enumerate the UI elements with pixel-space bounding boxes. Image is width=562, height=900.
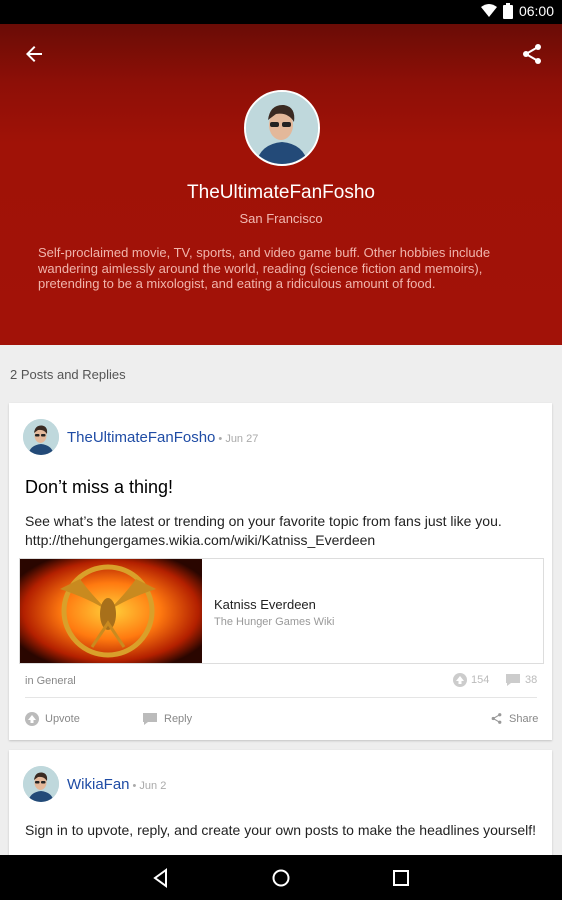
post-date: • Jun 27 (218, 433, 259, 445)
link-preview-source: The Hunger Games Wiki (214, 616, 335, 628)
share-button[interactable]: Share (490, 712, 538, 725)
arrow-back-icon[interactable] (22, 42, 46, 66)
reply-label: Reply (164, 713, 193, 725)
post-body: Sign in to upvote, reply, and create you… (25, 822, 537, 838)
system-nav-bar (0, 855, 562, 900)
post-date: • Jun 2 (132, 780, 167, 792)
link-preview-title: Katniss Everdeen (214, 597, 316, 612)
upvote-count-value: 154 (471, 674, 490, 686)
comment-icon (143, 713, 157, 725)
profile-avatar (244, 90, 320, 166)
avatar[interactable] (23, 419, 59, 455)
recents-square-icon[interactable] (389, 866, 413, 890)
post-title: Don’t miss a thing! (25, 477, 174, 497)
clock-time: 06:00 (518, 3, 554, 19)
link-preview[interactable]: Katniss Everdeen The Hunger Games Wiki (19, 558, 544, 664)
avatar[interactable] (23, 766, 59, 802)
profile-username: TheUltimateFanFosho (187, 182, 375, 203)
post-author-name[interactable]: WikiaFan (67, 776, 130, 793)
battery-icon (502, 3, 513, 19)
post-author[interactable]: TheUltimateFanFosho • Jun 27 (67, 429, 258, 446)
share-icon[interactable] (520, 42, 544, 66)
divider (25, 697, 537, 698)
profile-bio: Self-proclaimed movie, TV, sports, and v… (38, 245, 491, 292)
reply-count-value: 38 (525, 674, 538, 686)
wifi-icon (480, 4, 497, 17)
posts-count: 2 Posts and Replies (10, 367, 126, 382)
back-triangle-icon[interactable] (149, 866, 173, 890)
post-category[interactable]: in General (25, 675, 76, 687)
link-preview-image (20, 559, 202, 663)
upvote-icon (25, 712, 39, 726)
upvote-icon (453, 673, 467, 687)
share-label: Share (509, 712, 539, 725)
comment-icon (506, 674, 520, 686)
mockingjay-image (20, 559, 202, 663)
post-author-name[interactable]: TheUltimateFanFosho (67, 429, 215, 446)
status-icons: 06:00 (480, 3, 554, 19)
avatar-photo (23, 419, 59, 455)
home-circle-icon[interactable] (269, 866, 293, 890)
post-card[interactable]: TheUltimateFanFosho • Jun 27 Don’t miss a… (9, 403, 552, 740)
avatar-photo (246, 92, 318, 164)
reply-count: 38 (505, 673, 537, 687)
upvote-count: 154 (453, 673, 489, 687)
avatar-photo (23, 766, 59, 802)
upvote-label: Upvote (45, 713, 80, 725)
reply-button[interactable]: Reply (142, 712, 192, 726)
status-bar: 06:00 (0, 0, 562, 24)
profile-location: San Francisco (239, 211, 323, 226)
upvote-button[interactable]: Upvote (25, 712, 80, 726)
post-author[interactable]: WikiaFan • Jun 2 (67, 776, 166, 793)
profile-header: TheUltimateFanFosho San Francisco Self-p… (0, 24, 562, 345)
post-card[interactable]: WikiaFan • Jun 2 Sign in to upvote, reply… (9, 750, 552, 870)
share-icon (491, 713, 502, 724)
post-body: See what’s the latest or trending on you… (25, 513, 502, 548)
